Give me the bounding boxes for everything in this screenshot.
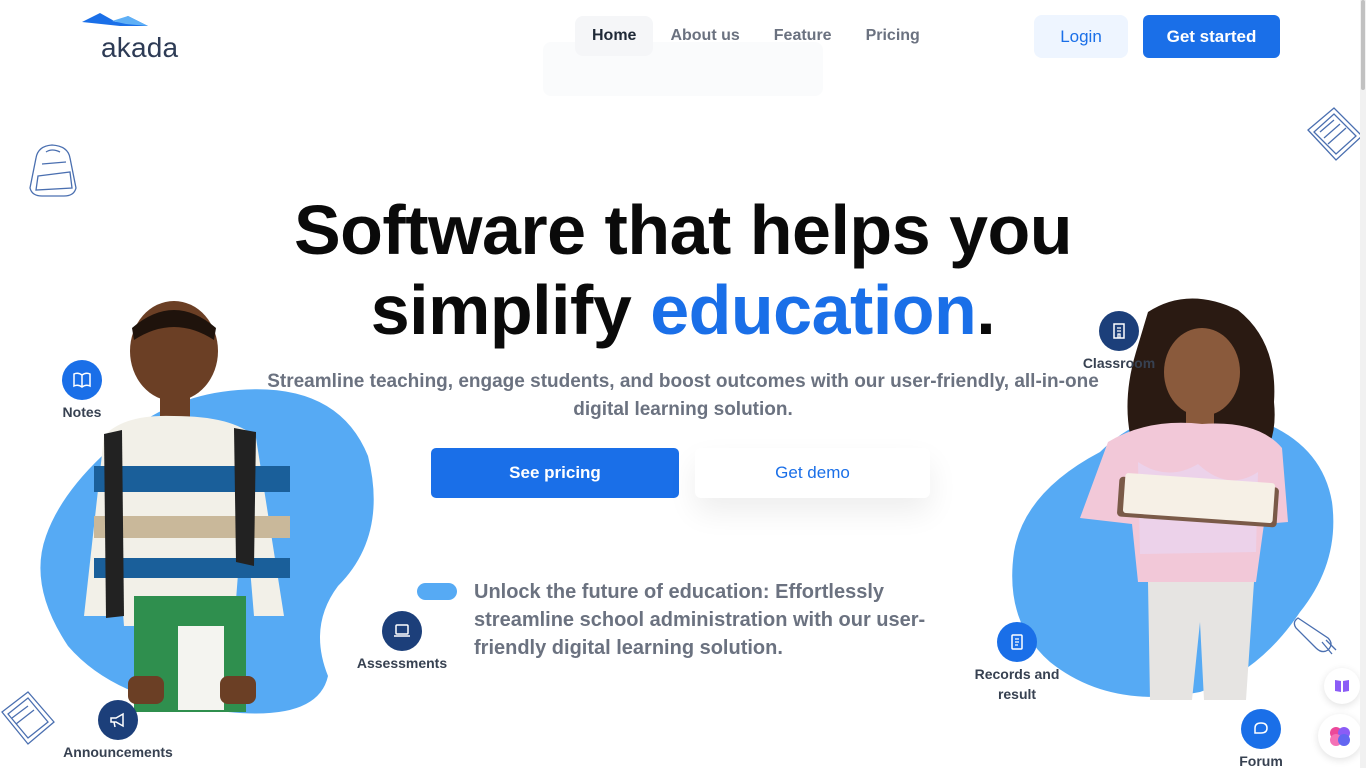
hero-title: Software that helps you simplify educati… [200,190,1166,350]
feature-records[interactable]: Records and result [962,622,1072,704]
brain-icon [1330,727,1350,746]
feature-assessments-label: Assessments [356,655,448,671]
hero-title-suffix: . [976,271,996,349]
student-boy-image [84,301,290,712]
page-scrollbar[interactable] [1360,0,1366,768]
feature-forum-label: Forum [1239,753,1283,768]
reader-book-icon [1335,680,1349,692]
akada-logo[interactable]: akada [82,12,192,64]
megaphone-icon [110,712,124,728]
feature-announcements-label: Announcements [63,744,173,760]
feature-notes-circle [62,360,102,400]
laptop-icon [394,624,410,637]
feature-assessments-circle [382,611,422,651]
login-button[interactable]: Login [1034,15,1128,58]
hero-title-accent: education [650,271,977,349]
document-icon [1011,634,1023,650]
nav-about-us[interactable]: About us [653,16,756,56]
site-header: akada Home About us Feature Pricing Logi… [0,0,1366,96]
feature-classroom-circle [1099,311,1139,351]
feature-records-label: Records and result [974,666,1060,702]
unlock-description: Unlock the future of education: Effortle… [474,581,926,659]
nav-pricing[interactable]: Pricing [849,16,937,56]
assistant-widget-button[interactable] [1318,714,1362,758]
chat-bubble-icon [1254,722,1268,734]
feature-records-circle [997,622,1037,662]
hero-title-line1: Software that helps you [293,191,1073,269]
feature-classroom[interactable]: Classroom [1078,311,1160,373]
notebook-sketch-icon [1307,107,1363,161]
backpack-sketch-icon [29,144,77,197]
accent-pill [417,583,457,600]
feature-forum[interactable]: Forum [1231,709,1291,768]
feature-announcements-circle [98,700,138,740]
feature-notes-label: Notes [62,404,102,420]
building-icon [1113,323,1125,339]
reader-widget-button[interactable] [1324,668,1360,704]
feature-announcements[interactable]: Announcements [58,700,178,762]
nav-feature[interactable]: Feature [757,16,849,56]
feature-forum-circle [1241,709,1281,749]
nav-home[interactable]: Home [575,16,654,56]
feature-notes[interactable]: Notes [52,360,112,422]
get-started-button[interactable]: Get started [1143,15,1280,58]
logo-wordmark: akada [101,32,179,63]
see-pricing-button[interactable]: See pricing [431,448,679,498]
feature-classroom-label: Classroom [1082,355,1156,371]
feature-assessments[interactable]: Assessments [352,611,452,673]
get-demo-button[interactable]: Get demo [695,448,930,498]
book-open-icon [73,372,91,388]
main-nav: Home About us Feature Pricing [575,16,937,56]
scrollbar-thumb[interactable] [1361,0,1365,90]
hero-title-prefix: simplify [370,271,651,349]
